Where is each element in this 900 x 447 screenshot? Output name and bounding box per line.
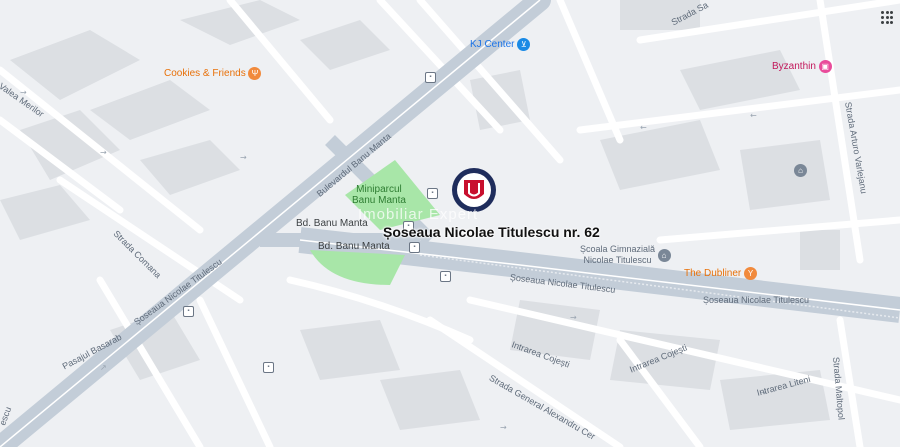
school-icon: ⌂ bbox=[794, 164, 807, 177]
poi-school-unlabeled[interactable]: ⌂ bbox=[794, 164, 807, 177]
school-icon: ⌂ bbox=[657, 248, 671, 262]
poi-name: Cookies & Friends bbox=[164, 68, 246, 80]
watermark: Imobiliar Expert bbox=[358, 206, 479, 223]
svg-text:→: → bbox=[570, 313, 577, 322]
poi-cookies-and-friends[interactable]: Cookies & Friends Ψ bbox=[164, 67, 262, 80]
svg-text:↗: ↗ bbox=[100, 363, 107, 372]
svg-text:←: ← bbox=[640, 123, 647, 132]
poi-the-dubliner[interactable]: The Dubliner Y bbox=[684, 267, 758, 280]
marker-title: Șoseaua Nicolae Titulescu nr. 62 bbox=[383, 224, 600, 240]
shopping-cart-icon: ⊻ bbox=[517, 38, 531, 51]
svg-text:→: → bbox=[100, 148, 107, 157]
bus-stop-icon[interactable]: ▪ bbox=[409, 242, 420, 253]
svg-text:←: ← bbox=[750, 111, 757, 120]
poi-name-line2: Nicolae Titulescu bbox=[583, 255, 652, 265]
park-label: Miniparcul Banu Manta bbox=[352, 184, 406, 206]
map[interactable]: → → → ← ← → → ↗ → Imobiliar Expert Valea Meril… bbox=[0, 0, 900, 447]
poi-name-line1: Școala Gimnazială bbox=[580, 244, 656, 254]
bus-stop-icon[interactable]: ▪ bbox=[425, 72, 436, 83]
svg-text:→: → bbox=[500, 423, 507, 432]
park-name-line2: Banu Manta bbox=[352, 195, 406, 206]
park-south bbox=[310, 250, 405, 285]
svg-text:→: → bbox=[240, 153, 247, 162]
poi-scoala-gimnaziala[interactable]: Școala Gimnazială Nicolae Titulescu ⌂ bbox=[580, 244, 671, 266]
bus-stop-icon[interactable]: ▪ bbox=[183, 306, 194, 317]
restaurant-icon: Ψ bbox=[248, 67, 262, 80]
poi-name: KJ Center bbox=[470, 39, 515, 51]
bar-icon: Y bbox=[744, 267, 758, 280]
bus-stop-icon[interactable]: ▪ bbox=[263, 362, 274, 373]
poi-name: Byzanthin bbox=[772, 61, 816, 73]
poi-byzanthin[interactable]: Byzanthin ▣ bbox=[772, 60, 832, 73]
poi-name: The Dubliner bbox=[684, 268, 742, 280]
bus-stop-icon[interactable]: ▪ bbox=[440, 271, 451, 282]
street-label: Bd. Banu Manta bbox=[296, 218, 368, 229]
apps-grid-icon[interactable] bbox=[881, 11, 895, 25]
park-name-line1: Miniparcul bbox=[356, 184, 402, 195]
shopping-bag-icon: ▣ bbox=[818, 60, 832, 73]
street-label: Șoseaua Nicolae Titulescu bbox=[703, 295, 810, 305]
poi-kj-center[interactable]: KJ Center ⊻ bbox=[470, 38, 531, 51]
street-label: Bd. Banu Manta bbox=[318, 241, 390, 252]
bus-stop-icon[interactable]: ▪ bbox=[427, 188, 438, 199]
